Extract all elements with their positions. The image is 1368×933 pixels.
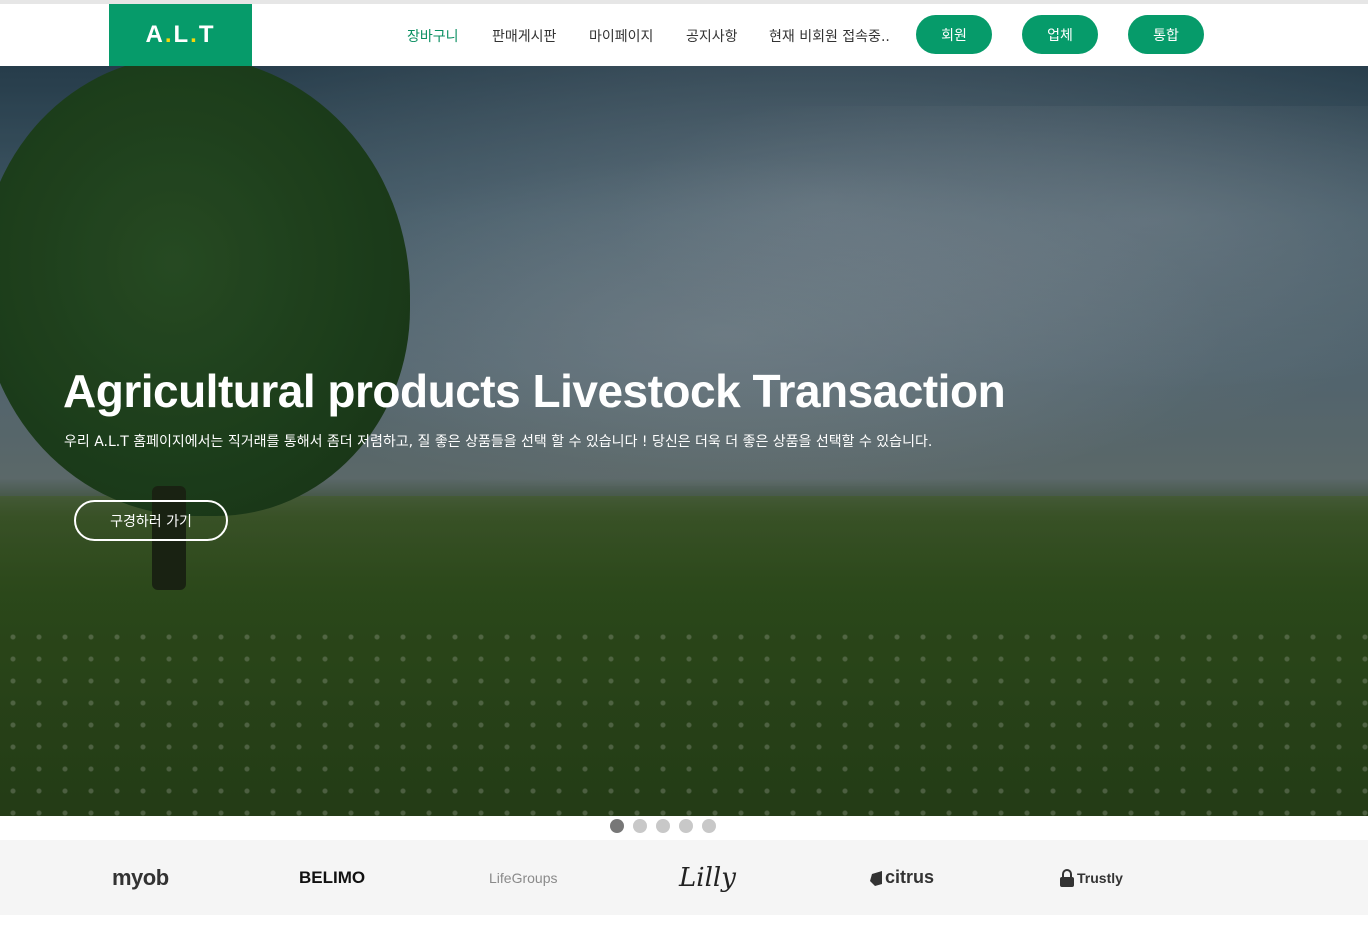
partner-trustly-label: Trustly: [1077, 869, 1123, 886]
partner-belimo[interactable]: BELIMO: [299, 840, 365, 915]
partner-belimo-label: BELIMO: [299, 867, 366, 887]
carousel-indicators: [610, 819, 716, 833]
nav-sales-board[interactable]: 판매게시판: [492, 26, 556, 46]
lock-icon: [1060, 868, 1074, 887]
browse-button[interactable]: 구경하러 가기: [74, 500, 228, 541]
partner-lilly[interactable]: Lilly: [679, 840, 736, 915]
integrated-button[interactable]: 통합: [1128, 15, 1204, 54]
nav-cart[interactable]: 장바구니: [407, 26, 459, 46]
hero-banner: Agricultural products Livestock Transact…: [0, 66, 1368, 816]
hero-subtitle: 우리 A.L.T 홈페이지에서는 직거래를 통해서 좀더 저렴하고, 질 좋은 …: [64, 434, 933, 450]
partner-myob-label: myob: [112, 864, 169, 890]
nav-notice[interactable]: 공지사항: [686, 26, 738, 46]
partner-lifegroups[interactable]: LifeGroups: [489, 840, 557, 915]
carousel-dot-3[interactable]: [656, 819, 670, 833]
main-nav: 장바구니 판매게시판 마이페이지 공지사항 현재 비회원 접속중.. 회원 업체…: [0, 4, 1368, 66]
partner-logos: myob BELIMO LifeGroups Lilly citrus Trus…: [0, 840, 1368, 915]
partner-citrus[interactable]: citrus: [869, 840, 934, 915]
nav-mypage[interactable]: 마이페이지: [589, 26, 653, 46]
partner-trustly[interactable]: Trustly: [1059, 840, 1123, 915]
partner-citrus-label: citrus: [885, 867, 935, 887]
partner-lifegroups-label: LifeGroups: [489, 869, 558, 886]
partner-lilly-label: Lilly: [679, 862, 736, 893]
hero-title: Agricultural products Livestock Transact…: [63, 365, 1006, 417]
carousel-dot-1[interactable]: [610, 819, 624, 833]
site-header: A.L.T 장바구니 판매게시판 마이페이지 공지사항 현재 비회원 접속중..…: [0, 4, 1368, 66]
citrus-icon: [870, 870, 882, 886]
carousel-dot-2[interactable]: [633, 819, 647, 833]
partner-myob[interactable]: myob: [112, 840, 169, 915]
carousel-dot-4[interactable]: [679, 819, 693, 833]
nav-guest-status: 현재 비회원 접속중..: [769, 29, 890, 45]
carousel-dot-5[interactable]: [702, 819, 716, 833]
company-button[interactable]: 업체: [1022, 15, 1098, 54]
member-button[interactable]: 회원: [916, 15, 992, 54]
